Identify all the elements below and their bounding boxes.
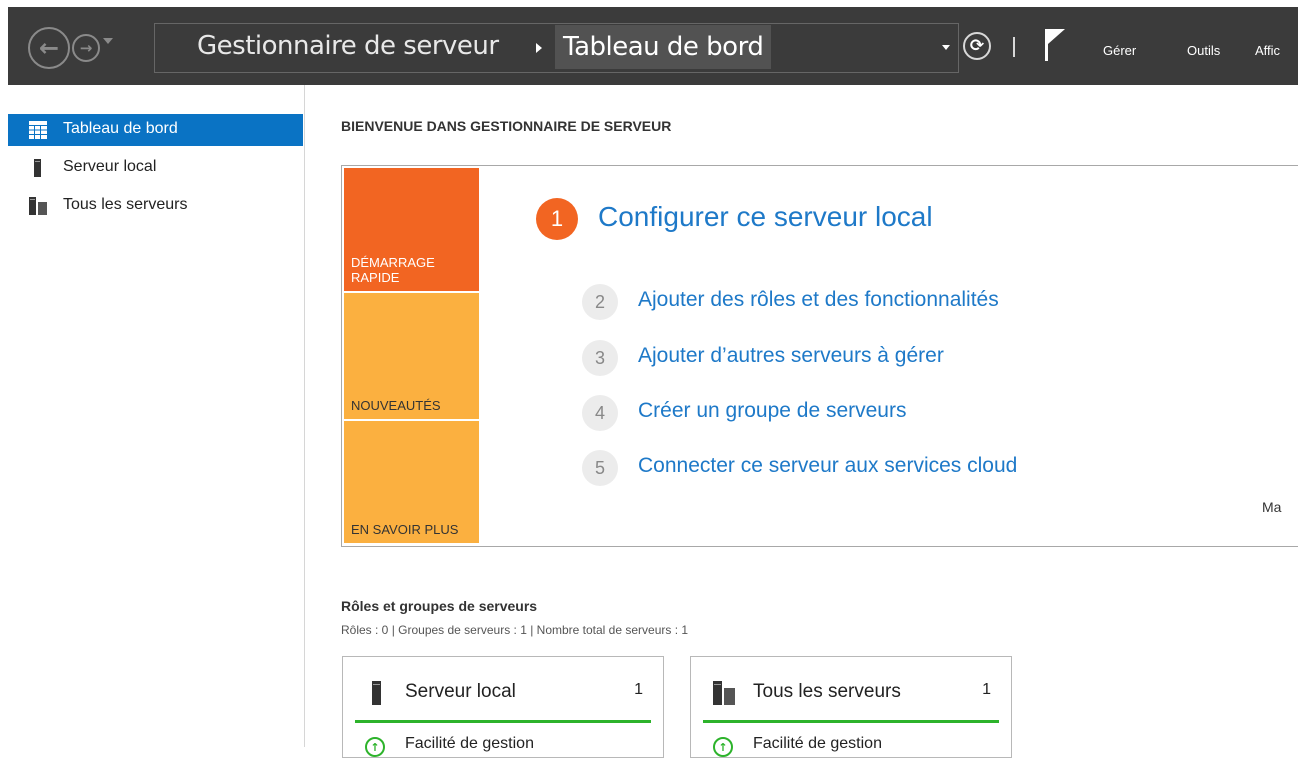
manageability-link[interactable]: Facilité de gestion [753,735,882,753]
step-add-servers-link[interactable]: Ajouter d’autres serveurs à gérer [638,344,944,368]
menu-view[interactable]: Affic [1255,43,1280,58]
sidebar-item-all-servers[interactable]: Tous les serveurs [8,190,303,222]
toolbar-divider [1013,37,1015,57]
tile-whats-new[interactable]: NOUVEAUTÉS [344,293,479,419]
card-title: Serveur local [405,681,516,702]
tile-learn-more[interactable]: EN SAVOIR PLUS [344,421,479,543]
refresh-icon[interactable]: ⟳ [963,32,991,60]
sidebar-item-dashboard[interactable]: Tableau de bord [8,114,303,146]
breadcrumb-dropdown-icon[interactable] [942,45,950,50]
sidebar-item-local-server[interactable]: Serveur local [8,152,303,184]
server-icon [34,159,41,177]
server-card-all[interactable]: Tous les serveurs 1 ↑ Facilité de gestio… [690,656,1012,758]
step-connect-cloud-link[interactable]: Connecter ce serveur aux services cloud [638,454,1017,478]
manageability-link[interactable]: Facilité de gestion [405,735,534,753]
breadcrumb-current[interactable]: Tableau de bord [555,25,772,69]
status-up-icon: ↑ [365,737,385,757]
sidebar-item-label: Tous les serveurs [63,196,188,213]
forward-button[interactable]: → [72,34,100,62]
roles-heading: Rôles et groupes de serveurs [341,598,538,614]
menu-tools[interactable]: Outils [1187,43,1220,58]
tile-quick-start[interactable]: DÉMARRAGE RAPIDE [344,168,479,291]
step-add-roles-link[interactable]: Ajouter des rôles et des fonctionnalités [638,288,999,312]
servers-icon [713,681,735,705]
breadcrumb-root[interactable]: Gestionnaire de serveur [197,31,499,61]
card-count: 1 [634,681,643,698]
tile-label: NOUVEAUTÉS [351,398,441,413]
header-bar: ← → Gestionnaire de serveur Tableau de b… [8,7,1298,85]
status-up-icon: ↑ [713,737,733,757]
dashboard-content: BIENVENUE DANS GESTIONNAIRE DE SERVEUR D… [305,85,1298,758]
welcome-heading: BIENVENUE DANS GESTIONNAIRE DE SERVEUR [341,118,672,134]
roles-summary: Rôles : 0 | Groupes de serveurs : 1 | No… [341,623,689,637]
nav-history-dropdown-icon[interactable] [103,38,113,44]
notifications-flag-icon[interactable] [1044,28,1066,62]
quick-start-panel: DÉMARRAGE RAPIDE NOUVEAUTÉS EN SAVOIR PL… [341,165,1298,547]
sidebar-item-label: Tableau de bord [63,120,178,137]
step-number-badge: 1 [536,198,578,240]
status-bar [703,720,999,723]
servers-icon [29,197,47,215]
status-bar [355,720,651,723]
card-count: 1 [982,681,991,698]
tile-label: EN SAVOIR PLUS [351,522,459,537]
step-number-badge: 3 [582,340,618,376]
back-button[interactable]: ← [28,27,70,69]
menu-manage[interactable]: Gérer [1103,43,1136,58]
title-bar: ← → Gestionnaire de serveur Tableau de b… [0,0,1298,85]
server-card-local[interactable]: Serveur local 1 ↑ Facilité de gestion [342,656,664,758]
sidebar: Tableau de bord Serveur local Tous les s… [8,85,305,747]
step-number-badge: 2 [582,284,618,320]
sidebar-item-label: Serveur local [63,158,157,175]
hide-welcome-link[interactable]: Ma [1262,499,1281,515]
step-create-server-group-link[interactable]: Créer un groupe de serveurs [638,399,906,423]
dashboard-icon [29,121,47,139]
step-configure-local-server-link[interactable]: Configurer ce serveur local [598,201,933,233]
card-title: Tous les serveurs [753,681,901,702]
server-icon [372,681,381,705]
step-number-badge: 5 [582,450,618,486]
tile-label: DÉMARRAGE RAPIDE [351,255,435,285]
breadcrumb-separator-icon [536,43,542,53]
step-number-badge: 4 [582,395,618,431]
breadcrumb[interactable]: Gestionnaire de serveur Tableau de bord [154,23,959,73]
